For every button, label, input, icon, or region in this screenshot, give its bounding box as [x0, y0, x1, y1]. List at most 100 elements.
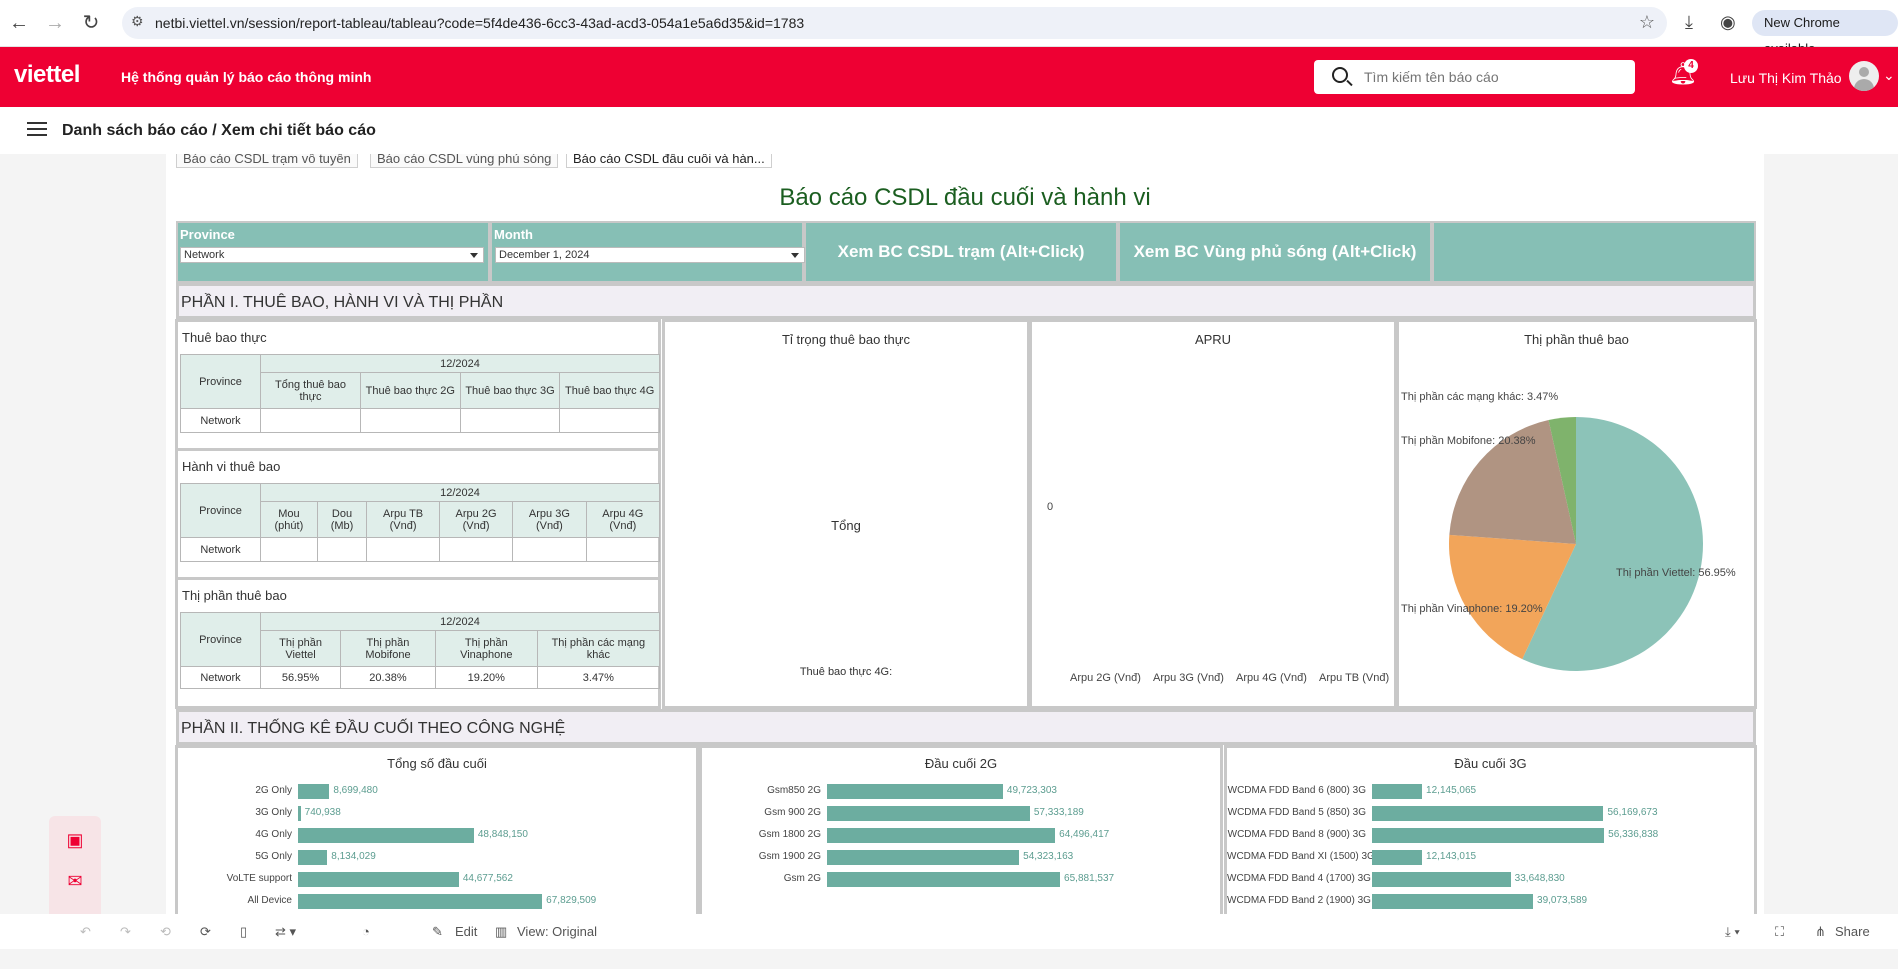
chevron-down-icon[interactable]: ⌄ [1883, 67, 1895, 84]
bar-value-label: 56,336,838 [1608, 829, 1659, 840]
bar-category-label: All Device [247, 895, 292, 906]
bar[interactable] [1372, 850, 1423, 865]
bar-value-label: 12,143,015 [1426, 851, 1477, 862]
refresh-data-icon[interactable]: ⟳ [200, 924, 211, 940]
avatar[interactable] [1849, 61, 1879, 91]
section-2-title: PHẦN II. THỐNG KÊ ĐẦU CUỐI THEO CÔNG NGH… [181, 720, 566, 737]
back-icon[interactable]: ← [6, 10, 32, 36]
bar-value-label: 12,145,065 [1426, 785, 1477, 796]
undo-icon[interactable]: ↶ [80, 924, 91, 940]
fullscreen-icon[interactable]: ⛶ [1775, 924, 1784, 940]
tableau-dashboard: Báo cáo CSDL trạm vô tuyến Báo cáo CSDL … [166, 154, 1764, 914]
search-icon [1332, 67, 1348, 83]
thi-phan-pie-panel: Thị phần thuê bao Thị phần Viettel: 56.9… [1396, 319, 1757, 709]
bar[interactable] [298, 806, 301, 821]
t2-col-5: Arpu 3G (Vnđ) [512, 501, 587, 538]
t3-period: 12/2024 [260, 612, 660, 631]
t3-col-4: Thị phần các mạng khác [536, 630, 661, 667]
view-icon[interactable]: ▥ [495, 924, 507, 940]
share-icon[interactable]: ⋔ [1815, 924, 1826, 940]
pause-icon[interactable]: ▯ [240, 924, 247, 940]
filter-bar: Province Network Month December 1, 2024 … [176, 221, 1756, 283]
t1-cell [260, 408, 361, 433]
bar-value-label: 49,723,303 [1006, 785, 1057, 796]
bar-category-label: Gsm850 2G [767, 785, 821, 796]
data-source-icon[interactable]: ⇄ ▾ [275, 924, 296, 940]
csdl-tram-button[interactable]: Xem BC CSDL trạm (Alt+Click) [806, 223, 1116, 281]
bar[interactable] [1372, 828, 1605, 843]
tab-dau-cuoi[interactable]: Báo cáo CSDL đầu cuối và hàn... [566, 154, 772, 168]
download-icon[interactable]: ⤓ [1685, 12, 1693, 33]
apru-x-label: Arpu 3G (Vnđ) [1153, 672, 1224, 684]
bar-value-label: 54,323,163 [1023, 851, 1074, 862]
t3-cell: 19.20% [434, 666, 538, 689]
bar[interactable] [827, 806, 1030, 821]
address-bar[interactable]: ⚙ netbi.viettel.vn/session/report-tablea… [122, 7, 1667, 39]
share-button[interactable]: Share [1835, 924, 1870, 939]
new-chrome-button[interactable]: New Chrome available [1752, 10, 1898, 56]
profile-icon[interactable]: ◉ [1720, 12, 1736, 33]
bar[interactable] [298, 784, 330, 799]
bar[interactable] [298, 894, 543, 909]
download-menu-icon[interactable]: ⤓ ▾ [1725, 924, 1740, 940]
t3-col-province: Province [180, 612, 261, 667]
month-select[interactable]: December 1, 2024 [495, 247, 805, 263]
bar[interactable] [1372, 872, 1511, 887]
tableau-toolbar: ↶ ↷ ⟲ ⟳ ▯ ⇄ ▾ ◔ ✎ Edit ▥ View: Original … [0, 914, 1898, 949]
apru-title: APRU [1194, 332, 1232, 347]
t3-col-1: Thị phần Viettel [259, 630, 342, 667]
feedback-icon[interactable]: ▣ [64, 830, 86, 850]
province-select[interactable]: Network [180, 247, 484, 263]
t1-col-2: Thuê bao thực 2G [360, 372, 461, 409]
search-input[interactable] [1364, 66, 1624, 88]
bar[interactable] [298, 828, 474, 843]
bar-category-label: Gsm 1900 2G [758, 851, 821, 862]
site-info-icon[interactable]: ⚙ [131, 13, 144, 30]
pie-slice-label: Thị phần Viettel: 56.95% [1616, 567, 1736, 579]
t2-col-province: Province [180, 483, 261, 538]
bar-category-label: 4G Only [255, 829, 292, 840]
revert-icon[interactable]: ⟲ [160, 924, 171, 940]
bar[interactable] [298, 872, 459, 887]
pie-slice-label: Thị phần Vinaphone: 19.20% [1401, 603, 1543, 615]
bar-category-label: WCDMA FDD Band 6 (800) 3G [1227, 785, 1366, 796]
menu-icon[interactable] [27, 122, 47, 124]
tong-so-dau-cuoi-panel: Tổng số đầu cuối 2G Only 8,699,480 3G Only… [175, 745, 699, 914]
edit-icon[interactable]: ✎ [432, 924, 443, 940]
mail-icon[interactable]: ✉ [64, 871, 86, 891]
bar2-title: Đầu cuối 2G [924, 756, 998, 771]
bar-value-label: 740,938 [304, 807, 341, 818]
forward-icon[interactable]: → [42, 10, 68, 36]
bar[interactable] [1372, 784, 1423, 799]
bar[interactable] [827, 872, 1061, 887]
bar[interactable] [298, 850, 328, 865]
edit-button[interactable]: Edit [455, 924, 477, 939]
bar-category-label: Gsm 900 2G [764, 807, 821, 818]
bar-value-label: 56,169,673 [1607, 807, 1658, 818]
tab-csdl-tram[interactable]: Báo cáo CSDL trạm vô tuyến [176, 154, 358, 168]
blank-filter-cell [1434, 223, 1754, 281]
bar-value-label: 64,496,417 [1059, 829, 1110, 840]
metrics-icon[interactable]: ◔ [362, 924, 370, 939]
redo-icon[interactable]: ↷ [120, 924, 131, 940]
province-filter: Province Network [178, 223, 488, 281]
bar[interactable] [1372, 806, 1604, 821]
reload-icon[interactable]: ↻ [78, 10, 104, 36]
search-box[interactable] [1314, 60, 1635, 94]
bar-category-label: 3G Only [255, 807, 292, 818]
bar[interactable] [1372, 894, 1534, 909]
bar-category-label: Gsm 2G [783, 873, 821, 884]
user-name[interactable]: Lưu Thị Kim Thảo [1730, 70, 1842, 86]
bar[interactable] [827, 784, 1003, 799]
bar[interactable] [827, 828, 1056, 843]
section-2-header: PHẦN II. THỐNG KÊ ĐẦU CUỐI THEO CÔNG NGH… [176, 709, 1756, 745]
tab-vung-phu-song[interactable]: Báo cáo CSDL vùng phủ sóng [370, 154, 559, 168]
bar-value-label: 57,333,189 [1033, 807, 1084, 818]
view-button[interactable]: View: Original [517, 924, 597, 939]
bar[interactable] [827, 850, 1020, 865]
viettel-logo[interactable]: viettel [14, 61, 80, 89]
vung-phu-song-button[interactable]: Xem BC Vùng phủ sóng (Alt+Click) [1120, 223, 1430, 281]
t2-col-2: Dou (Mb) [316, 501, 368, 538]
table2-title: Hành vi thuê bao [182, 459, 281, 474]
bookmark-star-icon[interactable]: ☆ [1639, 12, 1655, 33]
